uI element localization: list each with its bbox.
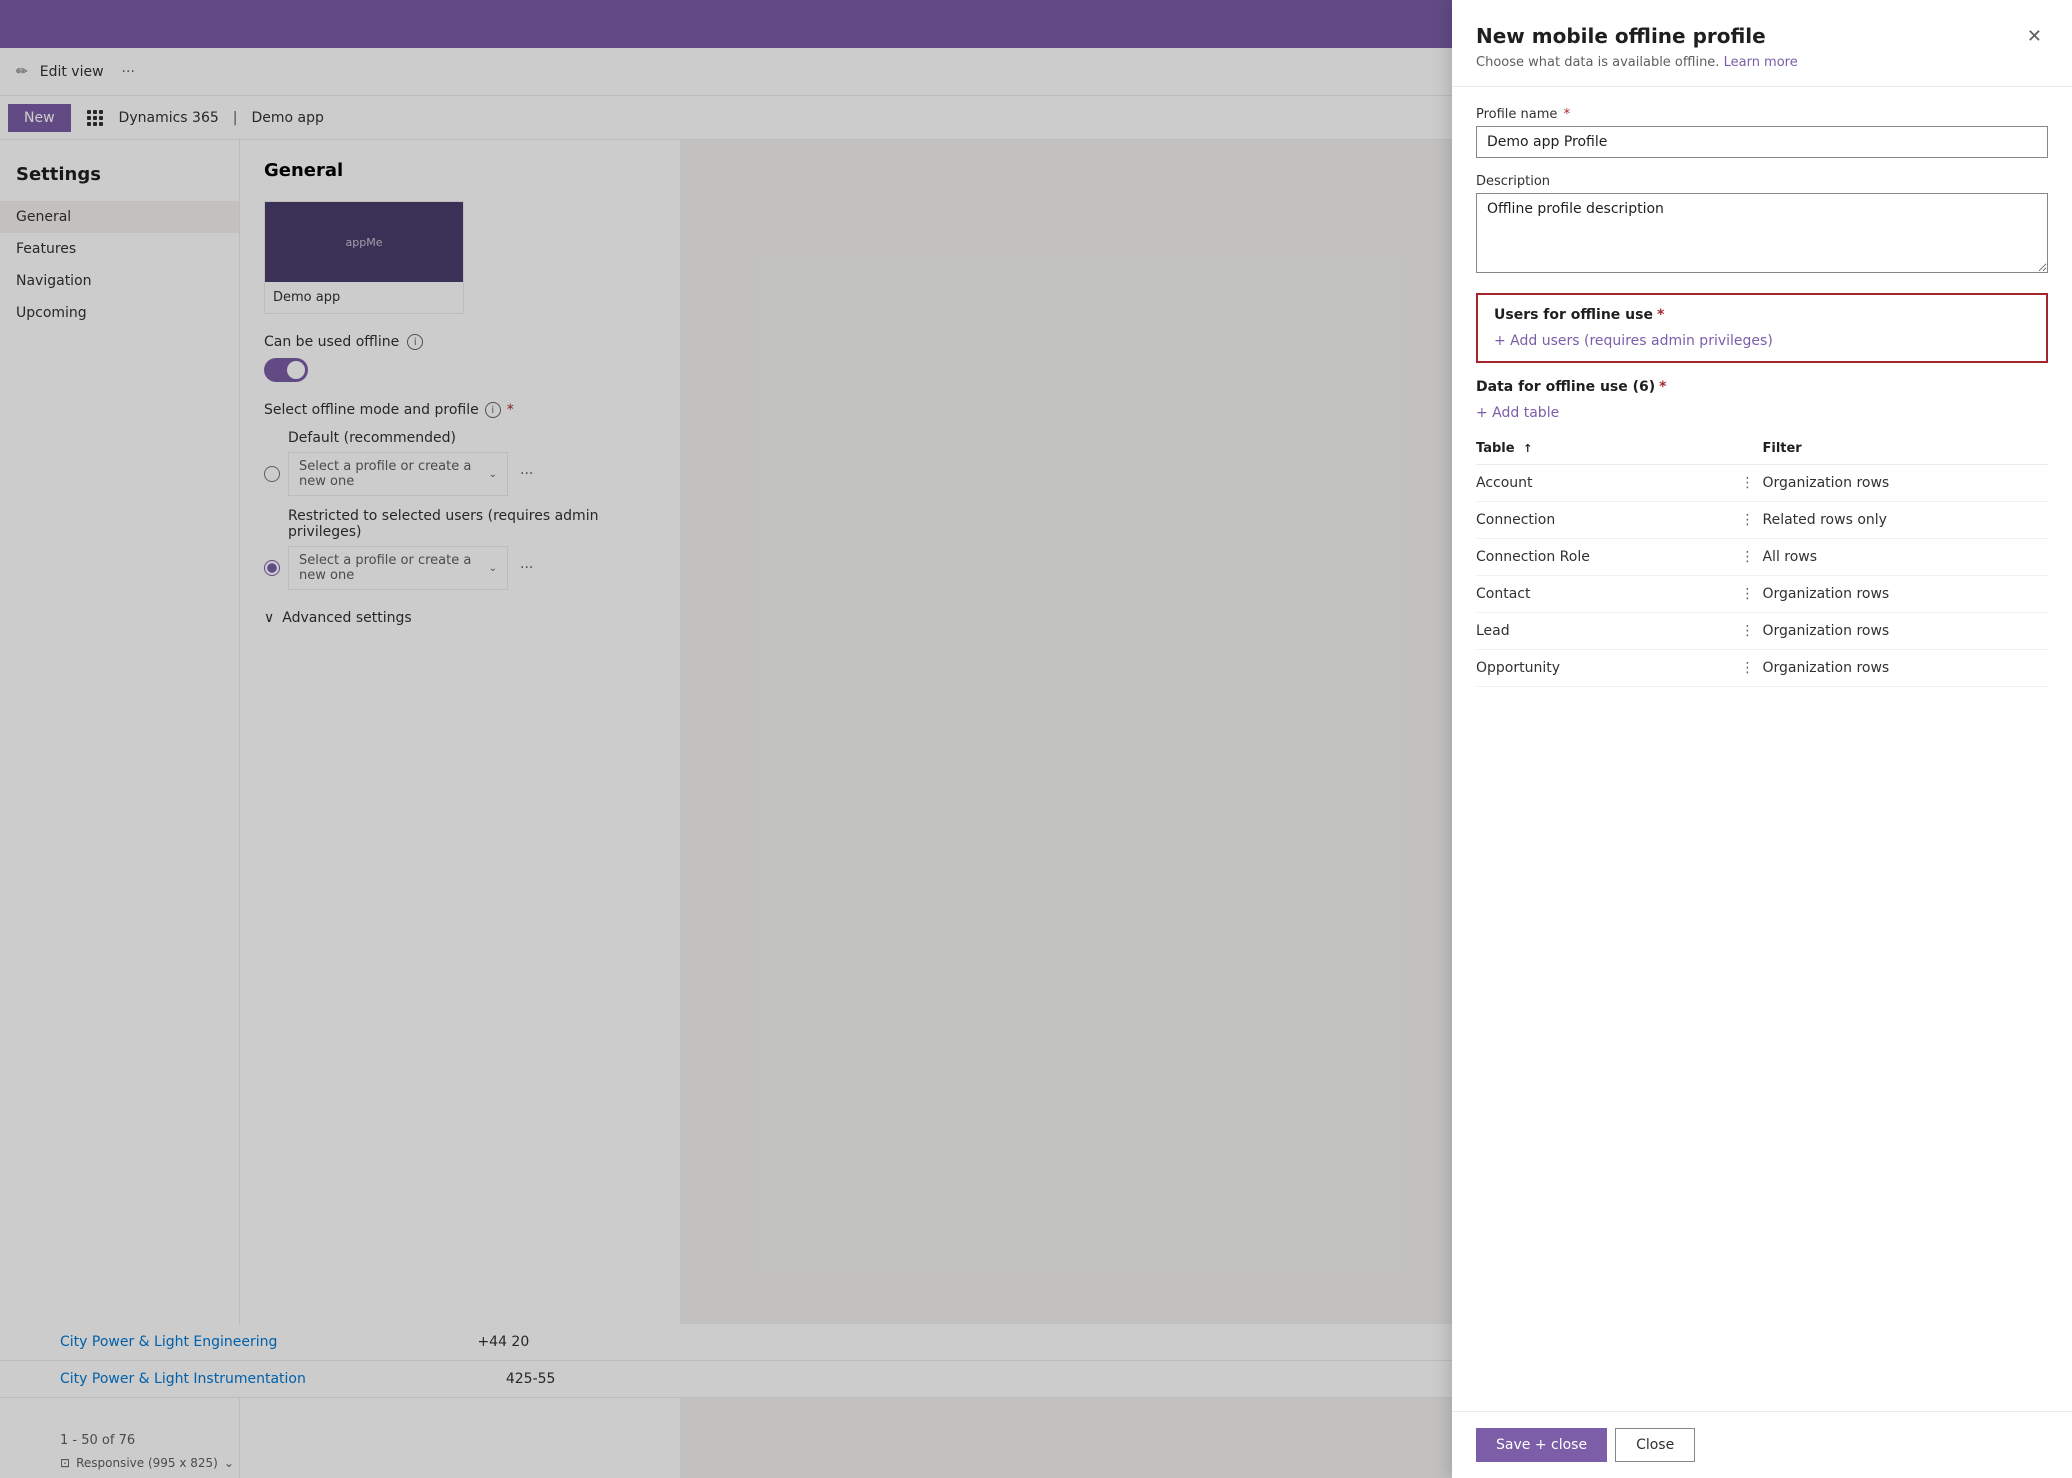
profile-name-required: *: [1564, 107, 1571, 122]
profile-name-input[interactable]: [1476, 126, 2048, 158]
table-row: Lead ⋮ Organization rows: [1476, 613, 2048, 650]
profile-name-field: Profile name *: [1476, 107, 2048, 158]
new-offline-profile-panel: New mobile offline profile ✕ Choose what…: [1452, 0, 2072, 1478]
table-row: Opportunity ⋮ Organization rows: [1476, 650, 2048, 687]
description-input[interactable]: Offline profile description: [1476, 193, 2048, 273]
users-required-star: *: [1657, 307, 1664, 323]
users-section-header: Users for offline use *: [1494, 307, 2030, 323]
table-row: Account ⋮ Organization rows: [1476, 465, 2048, 502]
table-cell-dots[interactable]: ⋮: [1732, 465, 1762, 502]
table-cell-dots[interactable]: ⋮: [1732, 576, 1762, 613]
table-cell-dots[interactable]: ⋮: [1732, 650, 1762, 687]
panel-footer: Save + close Close: [1452, 1411, 2072, 1478]
table-cell-filter: Organization rows: [1762, 576, 2048, 613]
description-label: Description: [1476, 174, 2048, 189]
data-section-header: Data for offline use (6) *: [1476, 379, 2048, 395]
profile-name-label: Profile name *: [1476, 107, 2048, 122]
panel-close-button[interactable]: ✕: [2021, 24, 2048, 49]
table-cell-name: Opportunity: [1476, 650, 1732, 687]
table-cell-name: Connection Role: [1476, 539, 1732, 576]
table-cell-name: Contact: [1476, 576, 1732, 613]
table-row: Connection ⋮ Related rows only: [1476, 502, 2048, 539]
sort-icon: ↑: [1523, 442, 1532, 455]
table-row: Connection Role ⋮ All rows: [1476, 539, 2048, 576]
table-cell-dots[interactable]: ⋮: [1732, 502, 1762, 539]
table-row: Contact ⋮ Organization rows: [1476, 576, 2048, 613]
table-cell-dots[interactable]: ⋮: [1732, 613, 1762, 650]
table-cell-filter: Organization rows: [1762, 613, 2048, 650]
table-cell-name: Lead: [1476, 613, 1732, 650]
learn-more-link[interactable]: Learn more: [1724, 55, 1798, 70]
add-table-button[interactable]: + Add table: [1476, 405, 1559, 421]
table-cell-name: Connection: [1476, 502, 1732, 539]
table-col-header: Table ↑: [1476, 433, 1732, 465]
table-cell-dots[interactable]: ⋮: [1732, 539, 1762, 576]
table-cell-filter: Related rows only: [1762, 502, 2048, 539]
close-button[interactable]: Close: [1615, 1428, 1695, 1462]
data-table: Table ↑ Filter Account ⋮ Organization ro…: [1476, 433, 2048, 687]
menu-col-header: [1732, 433, 1762, 465]
panel-title: New mobile offline profile: [1476, 24, 1766, 48]
save-close-button[interactable]: Save + close: [1476, 1428, 1607, 1462]
panel-body: Profile name * Description Offline profi…: [1452, 87, 2072, 1411]
panel-subtitle: Choose what data is available offline. L…: [1476, 55, 2048, 70]
table-cell-filter: Organization rows: [1762, 650, 2048, 687]
data-section: Data for offline use (6) * + Add table T…: [1476, 379, 2048, 687]
users-section: Users for offline use * + Add users (req…: [1476, 293, 2048, 363]
table-cell-filter: Organization rows: [1762, 465, 2048, 502]
filter-col-header: Filter: [1762, 433, 2048, 465]
description-field: Description Offline profile description: [1476, 174, 2048, 277]
add-users-button[interactable]: + Add users (requires admin privileges): [1494, 333, 1773, 349]
table-cell-filter: All rows: [1762, 539, 2048, 576]
table-cell-name: Account: [1476, 465, 1732, 502]
panel-header: New mobile offline profile ✕ Choose what…: [1452, 0, 2072, 87]
data-required-star: *: [1659, 379, 1666, 395]
